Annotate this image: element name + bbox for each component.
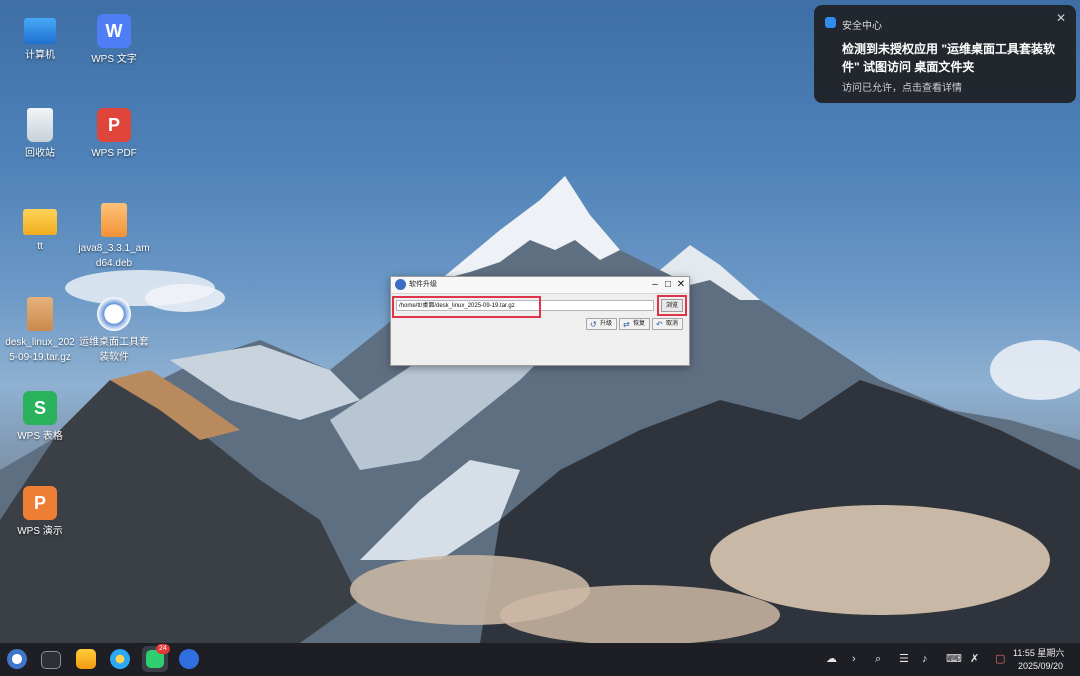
path-highlight-box xyxy=(392,296,541,318)
restore-icon: ⇄ xyxy=(623,320,630,329)
notification-message: 检测到未授权应用 "运维桌面工具套装软件" 试图访问 桌面文件夹 xyxy=(842,42,1056,74)
cancel-button-label: 取消 xyxy=(666,321,679,327)
deb-package-icon xyxy=(101,203,127,237)
wps-presentation-icon: P xyxy=(23,486,57,520)
volume-icon[interactable]: ♪ xyxy=(922,652,928,666)
restore-button[interactable]: ⇄ 恢复 xyxy=(619,318,650,330)
network-icon[interactable]: ☰ xyxy=(899,652,909,666)
multitask-view-icon[interactable] xyxy=(41,651,61,669)
restore-button-label: 恢复 xyxy=(633,321,646,327)
desktop-icon-label: 运维桌面工具套装软件 xyxy=(79,337,149,363)
wps-writer-icon: W xyxy=(97,14,131,48)
desktop-icon-label: WPS 演示 xyxy=(17,526,63,537)
dialog-titlebar[interactable]: 软件升级 – □ ✕ xyxy=(391,277,689,294)
desktop-icon-wps-pdf[interactable]: P WPS PDF xyxy=(78,108,150,161)
desktop-icon-computer[interactable]: 计算机 xyxy=(4,14,76,63)
software-upgrade-dialog: 软件升级 – □ ✕ /home/tt/桌面/desk_linux_2025-0… xyxy=(390,276,690,366)
clock-time[interactable]: 11:55 星期六 xyxy=(1013,646,1064,659)
unread-badge: 24 xyxy=(156,644,170,654)
dialog-title: 软件升级 xyxy=(409,281,437,288)
shield-icon xyxy=(825,17,836,28)
wps-pdf-icon: P xyxy=(97,108,131,142)
upgrade-icon: ↺ xyxy=(590,320,597,329)
folder-icon xyxy=(23,209,57,235)
desktop-icon-label: WPS 表格 xyxy=(17,431,63,442)
clock-date[interactable]: 2025/09/20 xyxy=(1018,661,1063,671)
desktop-icon-wps-presentation[interactable]: P WPS 演示 xyxy=(4,486,76,539)
messenger-taskbar-item[interactable]: 24 xyxy=(142,644,170,672)
desktop-icon-label: WPS PDF xyxy=(91,148,137,159)
recycle-bin-icon xyxy=(27,108,53,142)
wps-spreadsheet-icon: S xyxy=(23,391,57,425)
upgrade-button-label: 升级 xyxy=(600,321,613,327)
close-icon[interactable]: ✕ xyxy=(1056,11,1066,25)
browser-icon[interactable] xyxy=(110,649,130,669)
upgrade-button[interactable]: ↺ 升级 xyxy=(586,318,617,330)
browse-highlight-box xyxy=(657,295,687,316)
maximize-icon[interactable]: □ xyxy=(662,278,674,291)
undo-icon: ↶ xyxy=(656,320,663,329)
chevron-right-icon[interactable]: › xyxy=(852,652,856,666)
notification-details-link[interactable]: 访问已允许，点击查看详情 xyxy=(842,79,962,94)
desktop-icon-wps-writer[interactable]: W WPS 文字 xyxy=(78,14,150,67)
notification-center-icon[interactable]: ▢ xyxy=(995,652,1005,666)
taskbar: 24 ☁ › ⌕ ☰ ♪ ⌨ ✗ ▢ 11:55 星期六 2025/09/20 xyxy=(0,643,1080,676)
app-logo-icon xyxy=(395,279,406,290)
desktop-icon-label: desk_linux_2025-09-19.tar.gz xyxy=(5,337,75,363)
archive-icon xyxy=(27,297,53,331)
cloud-drive-icon[interactable] xyxy=(179,649,199,669)
desktop-icon-wps-spreadsheet[interactable]: S WPS 表格 xyxy=(4,391,76,444)
close-icon[interactable]: ✕ xyxy=(675,278,687,291)
desktop-icon-label: 回收站 xyxy=(25,148,55,159)
weather-cloud-icon[interactable]: ☁ xyxy=(826,652,837,666)
security-notification[interactable]: 安全中心 ✕ 检测到未授权应用 "运维桌面工具套装软件" 试图访问 桌面文件夹 … xyxy=(814,5,1076,103)
start-menu-icon[interactable] xyxy=(7,649,27,669)
search-icon[interactable]: ⌕ xyxy=(875,652,881,666)
desktop-icon-ops-tool[interactable]: 运维桌面工具套装软件 xyxy=(78,297,150,365)
notification-app-name: 安全中心 xyxy=(842,21,882,32)
file-manager-icon[interactable] xyxy=(76,649,96,669)
desktop-icon-recycle-bin[interactable]: 回收站 xyxy=(4,108,76,161)
keyboard-icon[interactable]: ⌨ xyxy=(946,652,962,666)
desktop-icon-archive[interactable]: desk_linux_2025-09-19.tar.gz xyxy=(4,297,76,365)
bluetooth-off-icon[interactable]: ✗ xyxy=(970,652,979,666)
desktop-icon-label: 计算机 xyxy=(25,50,55,61)
cancel-button[interactable]: ↶ 取消 xyxy=(652,318,683,330)
desktop-icon-label: tt xyxy=(37,241,43,252)
computer-icon xyxy=(24,18,56,44)
minimize-icon[interactable]: – xyxy=(649,278,661,291)
desktop-icon-deb-package[interactable]: java8_3.3.1_amd64.deb xyxy=(78,203,150,271)
desktop-icon-label: java8_3.3.1_amd64.deb xyxy=(78,243,150,269)
desktop-icon-folder-tt[interactable]: tt xyxy=(4,203,76,254)
ops-tool-icon xyxy=(97,297,131,331)
desktop-icon-label: WPS 文字 xyxy=(91,54,137,65)
